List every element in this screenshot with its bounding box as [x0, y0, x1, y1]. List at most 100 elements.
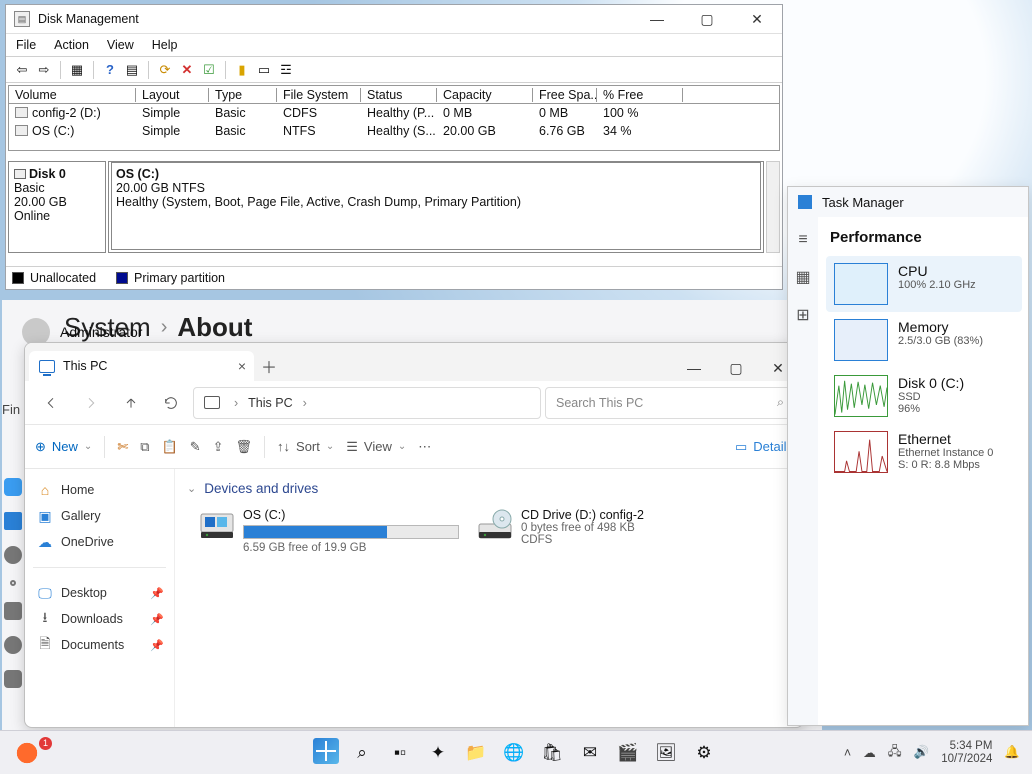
sidebar-item-home[interactable]: ⌂Home [31, 479, 168, 501]
section-devices-and-drives[interactable]: ⌄ Devices and drives [187, 481, 797, 496]
chevron-right-icon[interactable]: › [234, 396, 238, 410]
perf-item-disk[interactable]: Disk 0 (C:) SSD 96% [826, 368, 1022, 424]
copy-button[interactable]: ⧉ [140, 439, 149, 455]
grid-icon[interactable]: ▦ [795, 267, 810, 287]
hamburger-icon[interactable]: ≡ [798, 231, 807, 249]
maximize-button[interactable]: ▢ [686, 6, 728, 32]
minimize-button[interactable]: — [636, 6, 678, 32]
new-task-icon[interactable]: ⊞ [796, 305, 809, 325]
share-button[interactable]: ⇪ [213, 439, 224, 455]
table-row[interactable]: config-2 (D:) Simple Basic CDFS Healthy … [9, 104, 779, 122]
tab-close-icon[interactable]: × [238, 358, 246, 374]
task-manager-window: Task Manager ≡ ▦ ⊞ Performance CPU 100% … [787, 186, 1029, 726]
clock[interactable]: 5:34 PM 10/7/2024 [941, 740, 992, 766]
table-row[interactable]: OS (C:) Simple Basic NTFS Healthy (S... … [9, 122, 779, 140]
nav-up-button[interactable] [113, 385, 149, 421]
copilot-button[interactable]: ✦ [423, 738, 453, 768]
refresh-icon[interactable]: ⟳ [155, 60, 175, 80]
col-volume[interactable]: Volume [9, 88, 136, 102]
details-button[interactable]: ▭ Details [735, 439, 793, 455]
toolbar-misc-2-icon[interactable]: ▭ [254, 60, 274, 80]
chevron-right-icon[interactable]: › [303, 396, 307, 410]
col-type[interactable]: Type [209, 88, 277, 102]
tray-chevron-icon[interactable]: ˄ [844, 746, 851, 760]
col-freespace[interactable]: Free Spa... [533, 88, 597, 102]
system-tray[interactable]: ˄ ☁ 🖧 🔊 5:34 PM 10/7/2024 🔔 [844, 740, 1032, 766]
col-filesystem[interactable]: File System [277, 88, 361, 102]
delete-icon[interactable]: ✕ [177, 60, 197, 80]
network-tray-icon[interactable]: 🖧 [888, 742, 902, 763]
sidebar-item-documents[interactable]: 🗎Documents📌 [31, 634, 168, 656]
chevron-down-icon[interactable]: ⌄ [187, 482, 196, 495]
view-button[interactable]: ☰ View ⌄ [346, 439, 406, 455]
drive-cd-d[interactable]: CD Drive (D:) config-2 0 bytes free of 4… [477, 508, 717, 554]
onedrive-tray-icon[interactable]: ☁ [863, 745, 876, 760]
perf-item-memory[interactable]: Memory 2.5/3.0 GB (83%) [826, 312, 1022, 368]
toolbar: ⇦ ⇨ ▦ ? ▤ ⟳ ✕ ☑ ▮ ▭ ☲ [6, 57, 782, 83]
sidebar-item-downloads[interactable]: ⭳Downloads📌 [31, 608, 168, 630]
menu-action[interactable]: Action [54, 38, 89, 52]
tab-this-pc[interactable]: This PC × [29, 351, 254, 381]
notifications-icon[interactable]: 🔔 [1004, 745, 1020, 760]
gallery-icon: ▣ [37, 508, 53, 524]
address-bar[interactable]: › This PC › [193, 387, 541, 419]
col-capacity[interactable]: Capacity [437, 88, 533, 102]
store-button[interactable]: 🛍 [537, 738, 567, 768]
widgets-badge: 1 [39, 737, 52, 750]
volume-tray-icon[interactable]: 🔊 [914, 745, 930, 760]
search-input[interactable]: Search This PC ⌕ [545, 387, 795, 419]
close-button[interactable]: ✕ [736, 6, 778, 32]
start-button[interactable] [313, 738, 339, 764]
disk-graphical-view: Disk 0 Basic 20.00 GB Online OS (C:) 20.… [8, 161, 780, 253]
nav-forward-icon[interactable]: ⇨ [34, 60, 54, 80]
col-layout[interactable]: Layout [136, 88, 209, 102]
edge-button[interactable]: 🌐 [499, 738, 529, 768]
menu-file[interactable]: File [16, 38, 36, 52]
toolbar-grid-icon[interactable]: ▦ [67, 60, 87, 80]
help-icon[interactable]: ? [100, 60, 120, 80]
rename-button[interactable]: ✎ [190, 439, 201, 455]
task-view-button[interactable]: ▪▫ [385, 738, 415, 768]
properties-icon[interactable]: ☲ [276, 60, 296, 80]
nav-back-icon[interactable]: ⇦ [12, 60, 32, 80]
refresh-button[interactable] [153, 385, 189, 421]
scrollbar[interactable] [766, 161, 780, 253]
delete-button[interactable]: 🗑 [236, 439, 253, 455]
pin-icon: 📌 [150, 613, 164, 626]
partition-os-c[interactable]: OS (C:) 20.00 GB NTFS Healthy (System, B… [111, 162, 761, 250]
perf-item-cpu[interactable]: CPU 100% 2.10 GHz [826, 256, 1022, 312]
search-button[interactable]: ⌕ [347, 738, 377, 768]
new-tab-button[interactable]: ＋ [254, 351, 284, 381]
disk-label-block[interactable]: Disk 0 Basic 20.00 GB Online [8, 161, 106, 253]
table-header[interactable]: Volume Layout Type File System Status Ca… [9, 86, 779, 104]
paste-button[interactable]: 📋 [162, 439, 178, 455]
photos-button[interactable]: 🖼 [651, 738, 681, 768]
widgets-button[interactable]: 1 [14, 740, 40, 766]
clipchamp-button[interactable]: 🎬 [613, 738, 643, 768]
nav-back-button[interactable] [33, 385, 69, 421]
sort-button[interactable]: ↑↓ Sort ⌄ [277, 439, 334, 454]
maximize-button[interactable]: ▢ [715, 355, 757, 381]
new-button[interactable]: ⊕ New ⌄ [35, 439, 92, 455]
document-icon: 🗎 [37, 637, 53, 653]
taskbar: 1 ⌕ ▪▫ ✦ 📁 🌐 🛍 ✉ 🎬 🖼 ⚙ ˄ ☁ 🖧 🔊 5:34 PM 1… [0, 730, 1032, 774]
sidebar-item-desktop[interactable]: 🖵Desktop📌 [31, 582, 168, 604]
toolbar-list-icon[interactable]: ▤ [122, 60, 142, 80]
sidebar-item-onedrive[interactable]: ›☁OneDrive [31, 531, 168, 553]
address-crumb[interactable]: This PC [248, 396, 292, 410]
toolbar-misc-1-icon[interactable]: ▮ [232, 60, 252, 80]
more-button[interactable]: ⋯ [418, 439, 431, 455]
sidebar-item-gallery[interactable]: ▣Gallery [31, 505, 168, 527]
menu-view[interactable]: View [107, 38, 134, 52]
perf-item-ethernet[interactable]: Ethernet Ethernet Instance 0 S: 0 R: 8.8… [826, 424, 1022, 480]
col-status[interactable]: Status [361, 88, 437, 102]
drive-os-c[interactable]: OS (C:) 6.59 GB free of 19.9 GB [199, 508, 459, 554]
settings-button[interactable]: ⚙ [689, 738, 719, 768]
outlook-button[interactable]: ✉ [575, 738, 605, 768]
check-icon[interactable]: ☑ [199, 60, 219, 80]
cut-button[interactable]: ✄ [117, 439, 128, 455]
menu-help[interactable]: Help [152, 38, 178, 52]
col-pctfree[interactable]: % Free [597, 88, 683, 102]
minimize-button[interactable]: — [673, 355, 715, 381]
file-explorer-button[interactable]: 📁 [461, 738, 491, 768]
